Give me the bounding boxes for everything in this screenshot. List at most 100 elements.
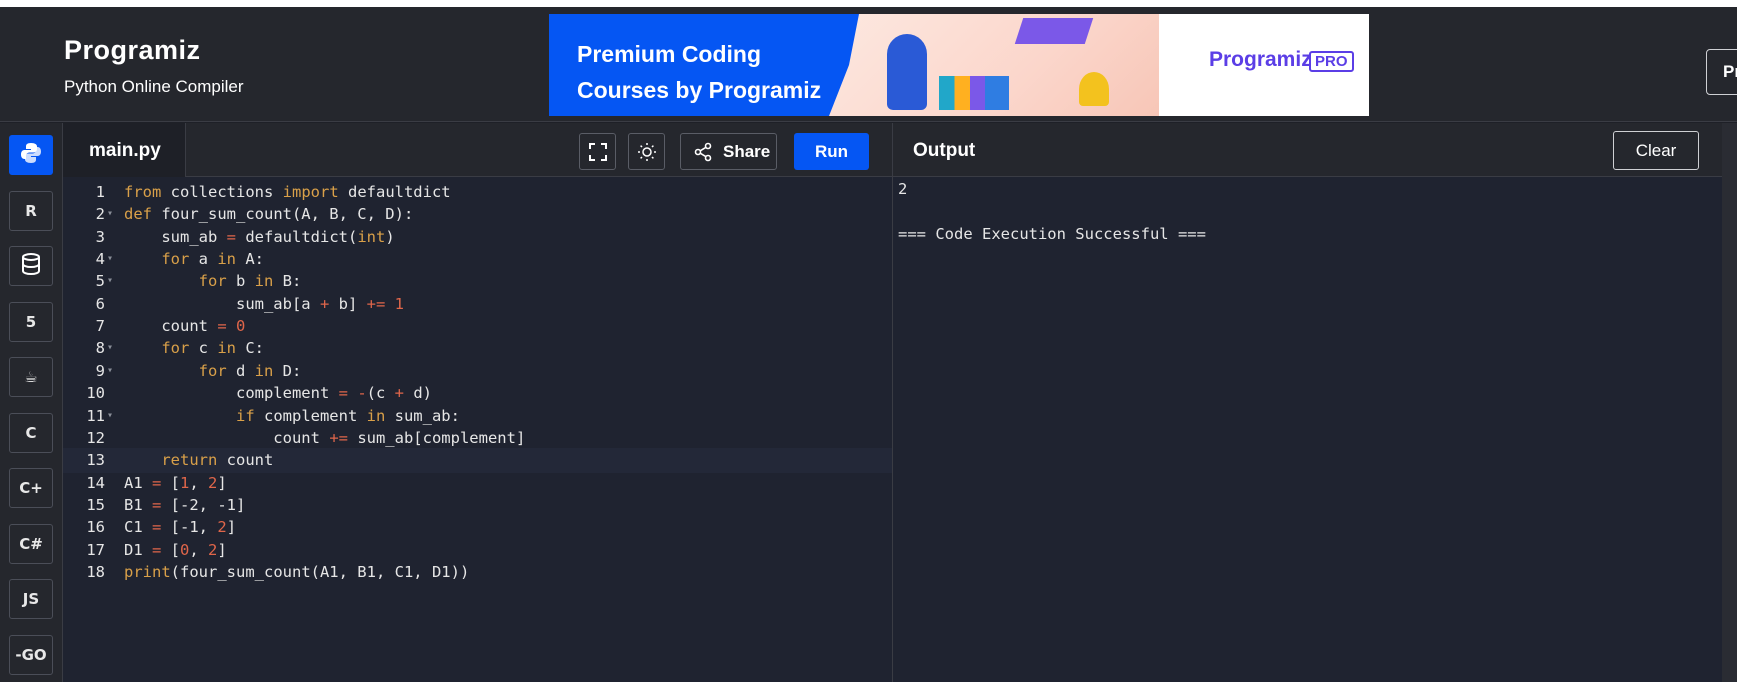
sidebar-item-html5[interactable]: 5 [9,301,53,342]
code-editor[interactable]: 1 from collections import defaultdict 2 ▾ de… [63,177,892,682]
code-line[interactable]: 17 D1 = [0, 2] [63,538,892,563]
code-line[interactable]: 18 print(four_sum_count(A1, B1, C1, D1)) [63,560,892,585]
code-line[interactable]: 14 A1 = [1, 2] [63,471,892,496]
code-line[interactable]: 5 ▾ for b in B: [63,269,892,294]
graduation-cap-icon [1014,18,1094,44]
line-number: 9 [95,361,105,380]
code-line[interactable]: 3 sum_ab = defaultdict(int) [63,225,892,250]
clear-button[interactable]: Clear [1613,131,1699,170]
code-text: for c in C: [161,339,264,358]
line-number: 15 [86,495,105,514]
promo-banner[interactable]: Premium Coding Courses by Programiz Prog… [549,14,1369,116]
banner-pro-badge: PRO [1309,51,1354,72]
python-icon [19,141,43,169]
programiz-logo[interactable]: Programiz [64,35,201,66]
c-icon: C [25,423,37,442]
sidebar-item-c[interactable]: C [9,412,53,453]
code-line[interactable]: 12 count += sum_ab[complement] [63,426,892,451]
code-line[interactable]: 9 ▾ for d in D: [63,359,892,384]
fold-toggle-icon[interactable]: ▾ [107,202,113,227]
r-icon: R [25,201,37,220]
code-text: C1 = [-1, 2] [124,518,237,537]
csharp-icon: C# [19,534,43,553]
fullscreen-button[interactable] [579,133,616,170]
share-button[interactable]: Share [680,133,777,170]
student-illustration [887,34,927,110]
code-text: for b in B: [198,272,302,291]
programiz-pro-button[interactable]: Pr [1706,49,1737,95]
run-button[interactable]: Run [794,133,869,170]
code-text: sum_ab[a + b] += 1 [124,294,404,313]
code-text: A1 = [1, 2] [124,473,227,492]
code-line[interactable]: 8 ▾ for c in C: [63,336,892,361]
fold-toggle-icon[interactable]: ▾ [107,359,113,384]
sidebar-item-javascript[interactable]: JS [9,579,53,619]
books-illustration [939,76,1009,110]
language-sidebar: R 5 ☕ C C+ C# JS -GO [0,123,63,682]
code-line[interactable]: 4 ▾ for a in A: [63,247,892,272]
code-text: sum_ab = defaultdict(int) [124,227,395,246]
share-icon [694,142,712,161]
share-label: Share [723,141,771,161]
sidebar-item-r[interactable]: R [9,190,53,231]
cplusplus-icon: C+ [19,479,43,497]
code-line[interactable]: 10 complement = -(c + d) [63,381,892,406]
code-line[interactable]: 11 ▾ if complement in sum_ab: [63,404,892,429]
sidebar-item-cplusplus[interactable]: C+ [9,468,53,508]
code-text: complement = -(c + d) [124,384,433,403]
sidebar-item-database[interactable] [9,246,53,286]
code-text: from collections import defaultdict [124,183,451,201]
go-icon: -GO [15,645,47,664]
sidebar-item-java[interactable]: ☕ [9,357,53,397]
banner-illustration [829,14,1159,116]
trophy-icon [1079,72,1109,106]
line-number: 12 [86,428,105,447]
code-line[interactable]: 7 count = 0 [63,314,892,339]
code-text: for a in A: [161,250,264,269]
code-text: def four_sum_count(A, B, C, D): [124,205,414,224]
output-toolbar: Output Clear [892,123,1722,177]
sidebar-item-go[interactable]: -GO [9,634,53,675]
code-text: for d in D: [198,361,302,380]
output-panel[interactable]: 2 === Code Execution Successful === [892,177,1722,682]
code-line[interactable]: 6 sum_ab[a + b] += 1 [63,292,892,317]
file-tab-main-py[interactable]: main.py [63,123,186,177]
top-strip [0,0,1737,7]
java-icon: ☕ [24,368,38,386]
fullscreen-icon [588,142,607,161]
code-text: B1 = [-2, -1] [124,495,246,514]
fold-toggle-icon[interactable]: ▾ [107,269,113,294]
banner-blue-panel: Premium Coding Courses by Programiz [549,14,859,116]
sidebar-item-csharp[interactable]: C# [9,523,53,564]
fold-toggle-icon[interactable]: ▾ [107,247,113,272]
theme-toggle-button[interactable] [628,133,665,170]
page-subtitle: Python Online Compiler [64,77,244,96]
code-line[interactable]: 16 C1 = [-1, 2] [63,515,892,540]
code-text: count += sum_ab[complement] [124,428,526,447]
database-icon [21,253,41,279]
page-scrollbar[interactable] [1722,123,1737,682]
line-number: 11 [86,406,105,425]
line-number: 13 [86,451,105,470]
fold-toggle-icon[interactable]: ▾ [107,336,113,361]
line-number: 10 [86,384,105,403]
line-number: 17 [86,540,105,559]
code-line[interactable]: 15 B1 = [-2, -1] [63,493,892,518]
code-line[interactable]: 2 ▾ def four_sum_count(A, B, C, D): [63,202,892,227]
line-number: 6 [95,294,105,313]
line-number: 1 [95,183,105,201]
sidebar-item-python[interactable] [9,135,53,175]
banner-headline: Premium Coding Courses by Programiz [577,36,857,108]
code-line[interactable]: 1 from collections import defaultdict [63,180,892,205]
editor-toolbar: main.py Share Run [63,123,892,177]
line-number: 3 [95,227,105,246]
code-text: count = 0 [124,317,246,336]
fold-toggle-icon[interactable]: ▾ [107,404,113,429]
code-text: return count [161,451,274,470]
banner-headline-line2: Courses by Programiz [577,77,822,103]
code-text: D1 = [0, 2] [124,540,227,559]
line-number: 5 [95,272,105,291]
line-number: 4 [95,250,105,269]
output-line: 2 [898,180,908,198]
code-line[interactable]: 13 return count [63,448,892,473]
